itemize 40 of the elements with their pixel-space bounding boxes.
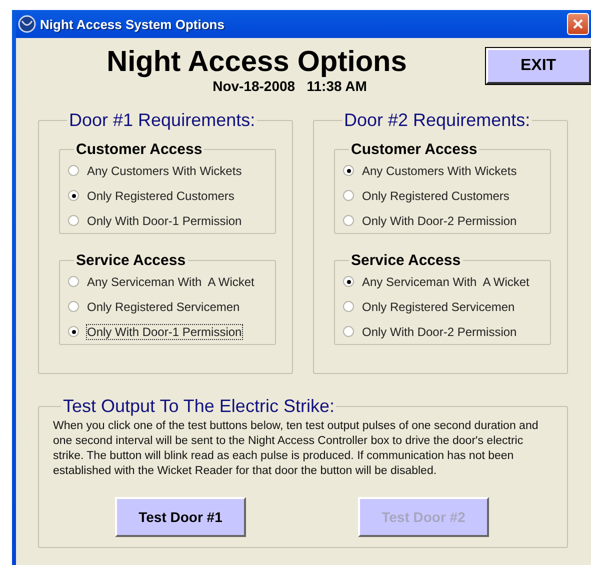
option-label[interactable]: Any Serviceman With A Wicket bbox=[361, 274, 530, 290]
option-label[interactable]: Only Registered Customers bbox=[361, 188, 510, 204]
radio-button[interactable] bbox=[343, 301, 354, 312]
heading: Night Access Options bbox=[106, 46, 407, 78]
option-label[interactable]: Only Registered Servicemen bbox=[86, 298, 241, 314]
radio-button[interactable] bbox=[343, 276, 354, 287]
group-title: Customer Access bbox=[75, 141, 204, 158]
group-title: Customer Access bbox=[350, 141, 478, 158]
radio-button[interactable] bbox=[68, 165, 79, 176]
test-button[interactable]: Test Door #1 bbox=[115, 497, 246, 537]
close-icon bbox=[572, 18, 584, 30]
option-label[interactable]: Only With Door-1 Permission bbox=[86, 324, 243, 340]
radio-button[interactable] bbox=[68, 276, 79, 287]
group-title: Door #1 Requirements: bbox=[68, 110, 256, 131]
option-label[interactable]: Any Serviceman With A Wicket bbox=[86, 274, 256, 290]
radio-button[interactable] bbox=[343, 190, 354, 201]
group-title: Test Output To The Electric Strike: bbox=[62, 396, 336, 417]
option-label[interactable]: Only With Door-2 Permission bbox=[361, 324, 518, 340]
option-label[interactable]: Any Customers With Wickets bbox=[361, 162, 518, 178]
description: When you click one of the test buttons below, ten test output pulses of one second duration and one second interval will be sent to the Night Access Controller box to drive the door's electric strike. The button will blink read as each pulse is produced. If communication has not been established with the Wicket Reader for that door the button will be disabled. bbox=[53, 419, 540, 479]
group-title: Service Access bbox=[75, 252, 187, 269]
group-title: Service Access bbox=[350, 252, 462, 269]
radio-button[interactable] bbox=[343, 215, 354, 226]
option-label[interactable]: Only With Door-2 Permission bbox=[361, 212, 518, 228]
radio-button[interactable] bbox=[68, 215, 79, 226]
exit-button[interactable]: EXIT bbox=[486, 48, 591, 84]
globe-icon bbox=[18, 15, 36, 33]
radio-button[interactable] bbox=[68, 301, 79, 312]
radio-button[interactable] bbox=[68, 326, 79, 337]
group-title: Door #2 Requirements: bbox=[343, 110, 532, 131]
radio-button[interactable] bbox=[68, 190, 79, 201]
date-time: Nov-18-2008 11:38 AM bbox=[212, 78, 367, 94]
option-label[interactable]: Any Customers With Wickets bbox=[86, 162, 243, 178]
close-button[interactable] bbox=[567, 13, 589, 35]
option-label[interactable]: Only Registered Customers bbox=[86, 188, 236, 204]
radio-button[interactable] bbox=[343, 326, 354, 337]
window-title: Night Access System Options bbox=[40, 16, 226, 32]
option-label[interactable]: Only Registered Servicemen bbox=[361, 298, 516, 314]
option-label[interactable]: Only With Door-1 Permission bbox=[86, 212, 243, 228]
radio-button[interactable] bbox=[343, 165, 354, 176]
